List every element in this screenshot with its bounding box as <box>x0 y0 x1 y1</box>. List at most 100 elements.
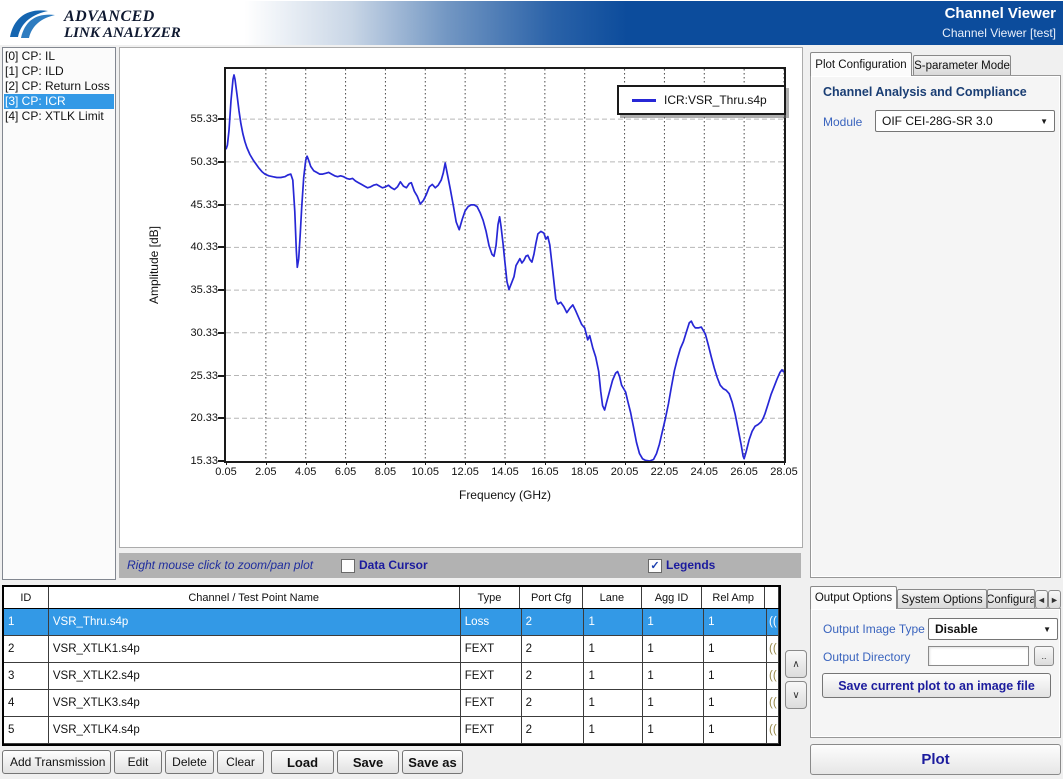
y-tick-mark <box>218 246 225 248</box>
table-row-5[interactable]: 5VSR_XTLK4.s4pFEXT2111(( <box>4 717 779 744</box>
y-axis-label: Amplitude [dB] <box>147 210 161 320</box>
tab-configuration[interactable]: Configura <box>987 589 1035 609</box>
output-image-type-label: Output Image Type <box>823 622 925 636</box>
plot-canvas[interactable] <box>224 67 786 463</box>
group-title: Channel Analysis and Compliance <box>823 85 1027 99</box>
cell-agg_id: 1 <box>643 609 704 635</box>
tab-plot-configuration[interactable]: Plot Configuration <box>810 52 912 76</box>
window-title: Channel Viewer <box>942 5 1056 22</box>
tab-scroll-left-icon[interactable]: ◄ <box>1035 590 1048 609</box>
cell-type: FEXT <box>461 717 522 743</box>
legend-label: ICR:VSR_Thru.s4p <box>664 93 767 107</box>
cell-type: FEXT <box>461 690 522 716</box>
save-button[interactable]: Save <box>337 750 399 774</box>
browse-button[interactable]: .. <box>1034 646 1054 666</box>
output-directory-input[interactable] <box>928 646 1029 666</box>
sidebar-item-0[interactable]: [0] CP: IL <box>4 49 114 64</box>
output-options-panel: Output Image Type Disable ▼ Output Direc… <box>810 608 1061 738</box>
tab-system-options[interactable]: System Options <box>897 589 987 609</box>
save-as-button[interactable]: Save as <box>402 750 463 774</box>
x-tick-mark <box>306 461 307 465</box>
cell-port_cfg: 2 <box>522 717 585 743</box>
y-tick-mark <box>218 204 225 206</box>
table-row-4[interactable]: 4VSR_XTLK3.s4pFEXT2111(( <box>4 690 779 717</box>
column-header-Agg ID: Agg ID <box>642 587 703 608</box>
cell-extra: (( <box>767 609 779 635</box>
save-plot-image-button[interactable]: Save current plot to an image file <box>822 673 1051 698</box>
load-button[interactable]: Load <box>271 750 334 774</box>
clear-button[interactable]: Clear <box>217 750 264 774</box>
column-header-Port Cfg: Port Cfg <box>520 587 583 608</box>
column-header-Type: Type <box>460 587 521 608</box>
cell-extra: (( <box>767 663 779 689</box>
y-tick-mark <box>218 118 225 120</box>
cell-extra: (( <box>767 690 779 716</box>
table-row-2[interactable]: 2VSR_XTLK1.s4pFEXT2111(( <box>4 636 779 663</box>
header-banner: ADVANCED LINK ANALYZER Channel Viewer Ch… <box>0 0 1063 45</box>
column-header-Channel / Test Point Name: Channel / Test Point Name <box>49 587 460 608</box>
cell-agg_id: 1 <box>643 636 704 662</box>
sidebar-item-4[interactable]: [4] CP: XTLK Limit <box>4 109 114 124</box>
cell-agg_id: 1 <box>643 690 704 716</box>
x-tick-mark <box>346 461 347 465</box>
y-tick-label: 25.33 <box>166 370 218 382</box>
x-tick-mark <box>385 461 386 465</box>
x-tick-mark <box>505 461 506 465</box>
plot-status-strip: Right mouse click to zoom/pan plot Data … <box>119 553 801 578</box>
cell-type: FEXT <box>461 636 522 662</box>
table-row-3[interactable]: 3VSR_XTLK2.s4pFEXT2111(( <box>4 663 779 690</box>
cell-lane: 1 <box>584 663 643 689</box>
module-select[interactable]: OIF CEI-28G-SR 3.0 ▼ <box>875 110 1055 132</box>
data-cursor-label: Data Cursor <box>359 558 428 572</box>
cell-lane: 1 <box>584 636 643 662</box>
legends-checkbox[interactable]: ✓ <box>648 559 662 573</box>
cell-lane: 1 <box>584 609 643 635</box>
y-tick-label: 55.33 <box>166 113 218 125</box>
plot-button[interactable]: Plot <box>810 744 1061 775</box>
move-row-up-button[interactable]: ∧ <box>785 650 807 678</box>
table-row-1[interactable]: 1VSR_Thru.s4pLoss2111(( <box>4 609 779 636</box>
cell-port_cfg: 2 <box>522 690 585 716</box>
delete-button[interactable]: Delete <box>165 750 214 774</box>
output-image-type-select[interactable]: Disable ▼ <box>928 618 1058 640</box>
channel-table-header: IDChannel / Test Point NameTypePort CfgL… <box>4 587 779 609</box>
y-tick-label: 40.33 <box>166 241 218 253</box>
sidebar-item-1[interactable]: [1] CP: ILD <box>4 64 114 79</box>
y-tick-mark <box>218 289 225 291</box>
legend-line-sample <box>632 99 656 102</box>
tab-s-parameter-mode[interactable]: S-parameter Mode <box>913 55 1011 76</box>
column-header-ID: ID <box>4 587 49 608</box>
data-cursor-checkbox[interactable] <box>341 559 355 573</box>
cell-port_cfg: 2 <box>522 663 585 689</box>
test-point-list: [0] CP: IL[1] CP: ILD[2] CP: Return Loss… <box>2 47 116 580</box>
window-subtitle: Channel Viewer [test] <box>942 26 1056 40</box>
cell-name: VSR_XTLK3.s4p <box>49 690 461 716</box>
add-transmission-dropdown[interactable]: Add Transmission ▼ <box>2 750 111 774</box>
cell-extra: (( <box>767 636 779 662</box>
cell-port_cfg: 2 <box>522 636 585 662</box>
sidebar-item-3[interactable]: [3] CP: ICR <box>4 94 114 109</box>
tab-output-options[interactable]: Output Options <box>810 586 897 609</box>
cell-agg_id: 1 <box>643 663 704 689</box>
zoom-pan-hint: Right mouse click to zoom/pan plot <box>127 558 313 572</box>
x-tick-mark <box>704 461 705 465</box>
y-tick-label: 45.33 <box>166 199 218 211</box>
sidebar-item-2[interactable]: [2] CP: Return Loss <box>4 79 114 94</box>
legend: ICR:VSR_Thru.s4p <box>617 85 786 115</box>
cell-lane: 1 <box>584 690 643 716</box>
tab-scroll-right-icon[interactable]: ► <box>1048 590 1061 609</box>
cell-id: 1 <box>4 609 49 635</box>
cell-id: 2 <box>4 636 49 662</box>
move-row-down-button[interactable]: ∨ <box>785 681 807 709</box>
y-tick-mark <box>218 417 225 419</box>
edit-button[interactable]: Edit <box>114 750 162 774</box>
column-header-extra <box>765 587 779 608</box>
y-tick-mark <box>218 375 225 377</box>
column-header-Lane: Lane <box>583 587 642 608</box>
cell-name: VSR_XTLK4.s4p <box>49 717 461 743</box>
cell-lane: 1 <box>584 717 643 743</box>
y-tick-label: 30.33 <box>166 327 218 339</box>
x-tick-mark <box>585 461 586 465</box>
y-tick-label: 20.33 <box>166 412 218 424</box>
legends-label: Legends <box>666 558 715 572</box>
